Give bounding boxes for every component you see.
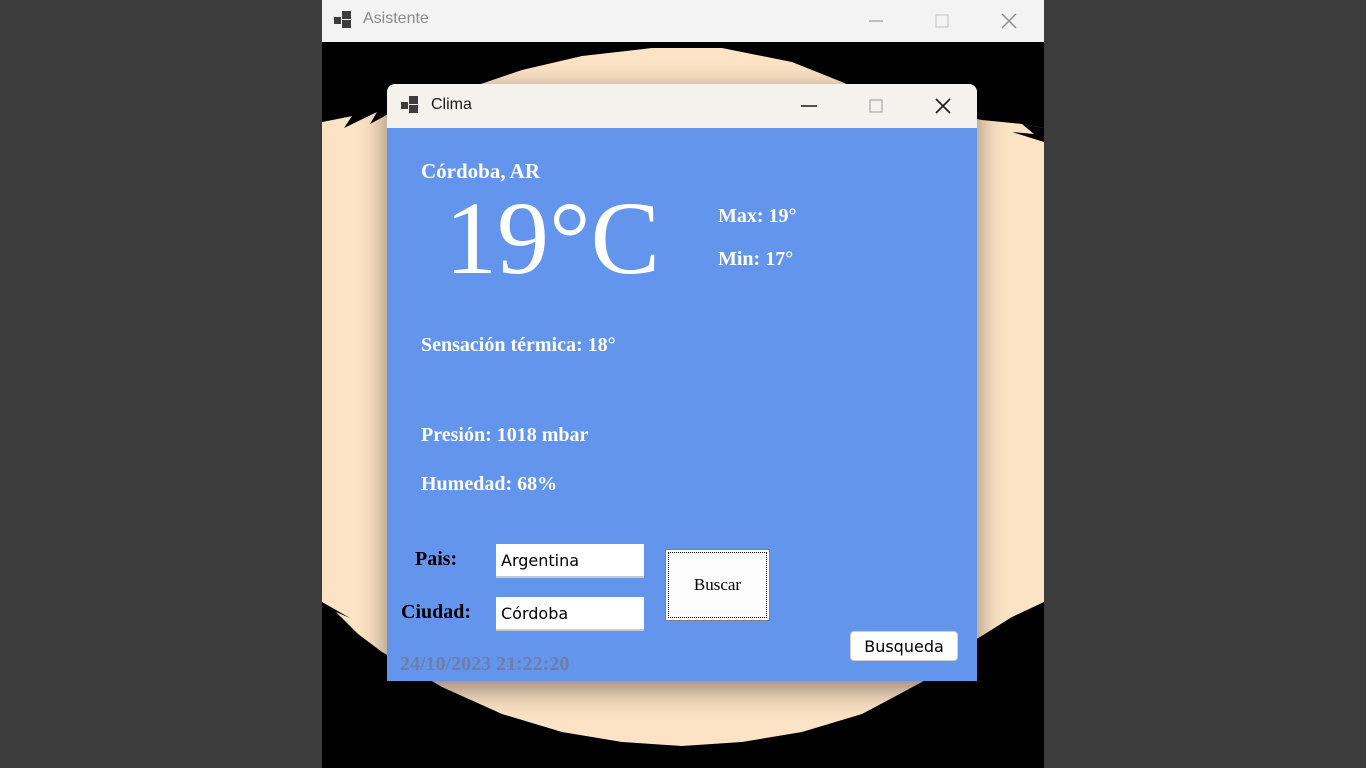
minimize-icon — [801, 105, 817, 107]
maximize-icon — [935, 14, 949, 28]
close-icon — [935, 98, 951, 114]
outer-titlebar: Asistente — [322, 0, 1044, 42]
minimize-button[interactable] — [853, 0, 899, 42]
clima-window-title: Clima — [431, 96, 472, 113]
clima-titlebar: Clima — [387, 84, 977, 128]
min-temperature: Min: 17° — [718, 248, 794, 270]
maximize-button[interactable] — [853, 84, 899, 128]
app-icon — [334, 11, 351, 28]
city-label: Ciudad: — [401, 601, 472, 623]
app-icon — [401, 96, 418, 113]
maximize-icon — [869, 99, 883, 113]
humidity: Humedad: 68% — [421, 473, 558, 495]
search-button[interactable]: Buscar — [665, 549, 770, 621]
feels-like: Sensación térmica: 18° — [421, 334, 616, 356]
country-input[interactable] — [496, 544, 644, 578]
minimize-icon — [869, 20, 883, 22]
city-input[interactable] — [496, 597, 644, 631]
outer-window-title: Asistente — [363, 10, 429, 27]
max-temperature: Max: 19° — [718, 205, 797, 227]
minimize-button[interactable] — [786, 84, 832, 128]
history-button[interactable]: Busqueda — [850, 631, 958, 661]
close-button[interactable] — [986, 0, 1032, 42]
country-label: Pais: — [415, 548, 458, 570]
current-temperature: 19°C — [445, 181, 660, 296]
maximize-button[interactable] — [919, 0, 965, 42]
datetime-label: 24/10/2023 21:22:20 — [400, 653, 570, 675]
close-button[interactable] — [920, 84, 966, 128]
close-icon — [1001, 13, 1017, 29]
pressure: Presión: 1018 mbar — [421, 424, 589, 446]
clima-window: Clima Córdoba, AR 19°C Max: 19° Min: 17°… — [387, 84, 977, 681]
